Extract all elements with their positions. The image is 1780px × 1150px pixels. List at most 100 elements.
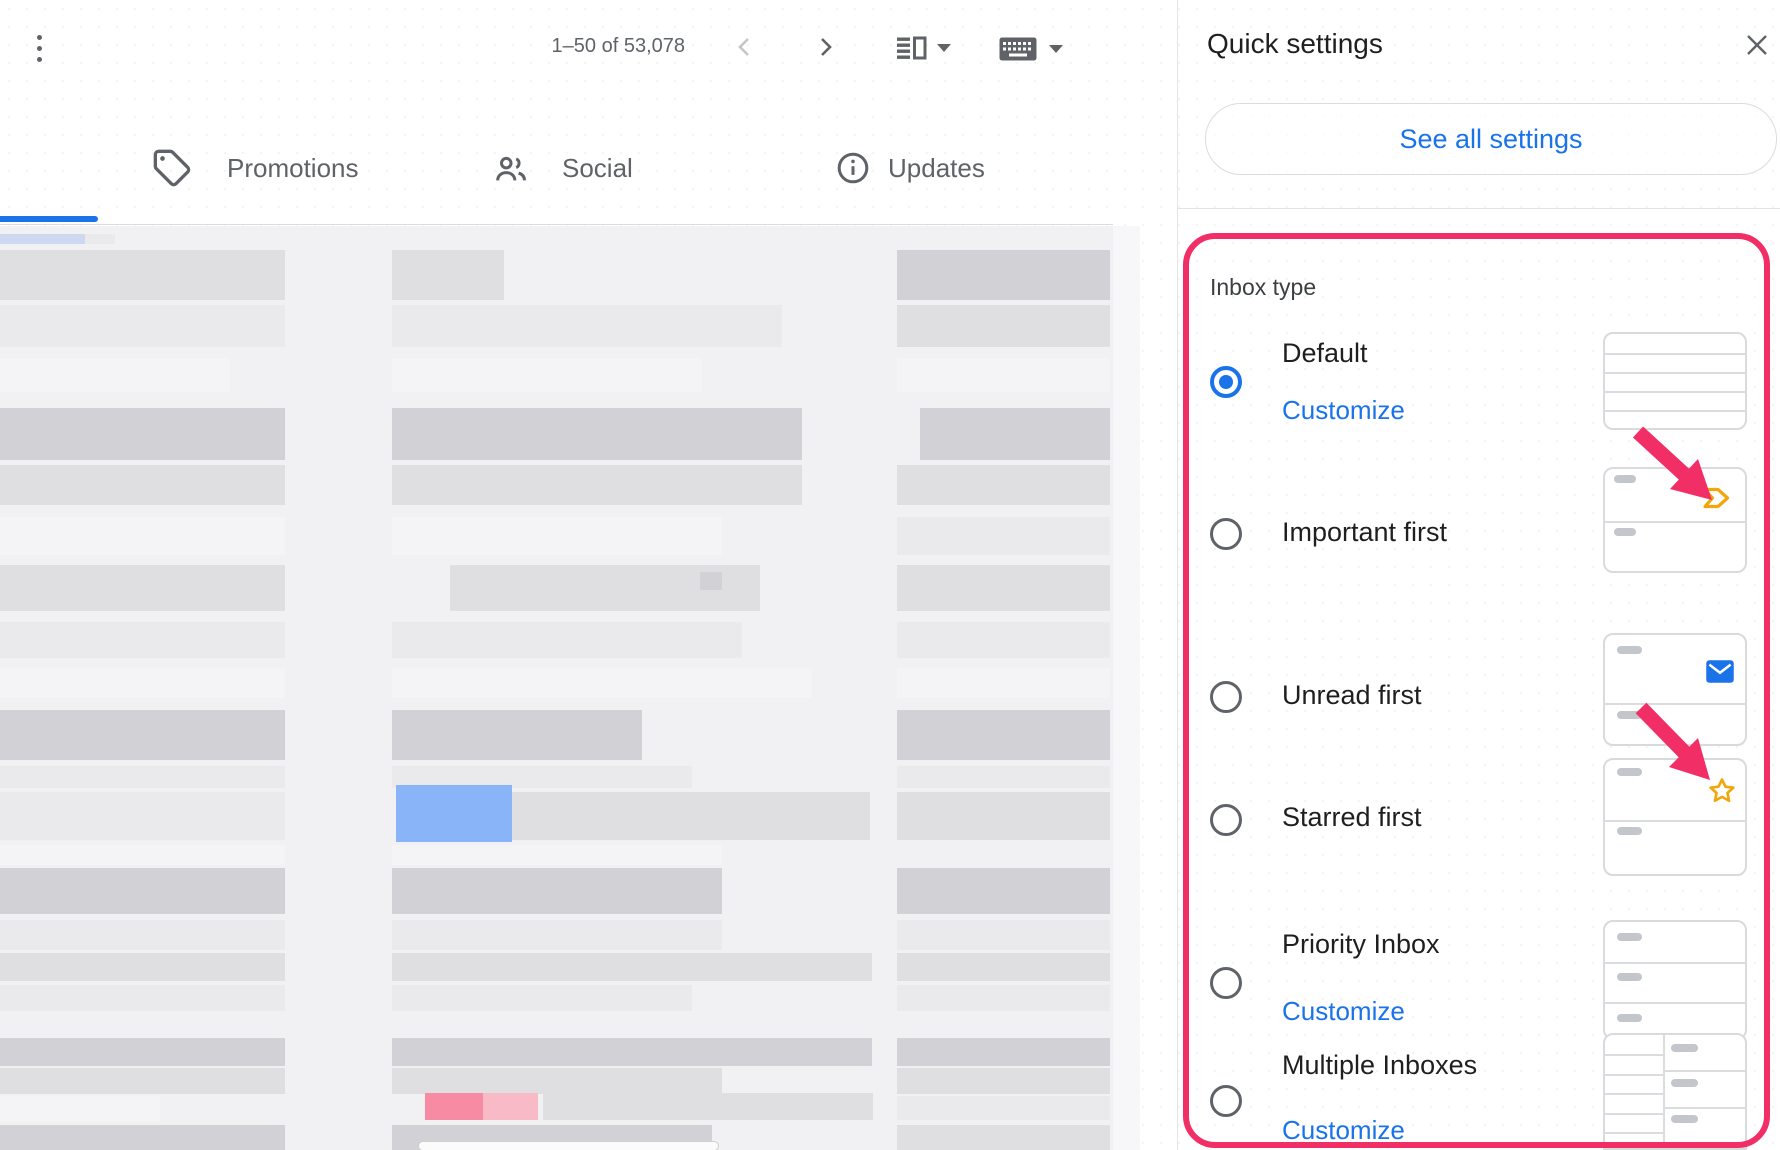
thumb-line xyxy=(1605,353,1745,355)
tab-social[interactable] xyxy=(490,148,532,190)
blurred-email-block xyxy=(512,792,870,840)
thumb-pill xyxy=(1617,1014,1642,1022)
people-icon xyxy=(492,150,530,188)
option-starred-first-label[interactable]: Starred first xyxy=(1282,802,1422,833)
older-page-button[interactable] xyxy=(810,32,840,62)
blurred-email-block xyxy=(0,1038,285,1066)
thumb-line xyxy=(1605,1054,1663,1056)
blurred-email-block xyxy=(543,1093,873,1120)
info-icon xyxy=(835,150,871,186)
split-pane-icon xyxy=(895,35,927,61)
thumb-line xyxy=(1605,1074,1663,1076)
radio-multiple-inboxes[interactable] xyxy=(1210,1085,1242,1117)
gmail-window: 1–50 of 53,078 xyxy=(0,0,1780,1150)
blurred-email-block xyxy=(0,517,285,555)
blurred-email-block xyxy=(700,572,722,590)
blurred-email-block xyxy=(0,868,285,914)
close-panel-button[interactable] xyxy=(1740,28,1774,62)
newer-page-button[interactable] xyxy=(730,32,760,62)
blurred-email-block xyxy=(0,408,285,460)
dot xyxy=(37,46,42,51)
blurred-email-block xyxy=(0,465,285,505)
tab-promotions-label[interactable]: Promotions xyxy=(227,153,359,184)
radio-starred-first[interactable] xyxy=(1210,804,1242,836)
option-default-customize-link[interactable]: Customize xyxy=(1282,395,1405,426)
thumb-pill xyxy=(1671,1079,1698,1087)
blurred-email-block xyxy=(897,1038,1110,1066)
blurred-email-block xyxy=(0,953,285,981)
option-important-first-label[interactable]: Important first xyxy=(1282,517,1447,548)
blurred-email-block xyxy=(897,868,1110,914)
blurred-email-block xyxy=(392,868,722,914)
thumb-pill xyxy=(1617,973,1642,981)
thumbnail-multiple-inboxes xyxy=(1603,1033,1747,1150)
option-priority-inbox-customize-link[interactable]: Customize xyxy=(1282,996,1405,1027)
email-list[interactable] xyxy=(0,226,1113,1150)
blurred-email-block xyxy=(392,517,722,555)
thumb-pill xyxy=(1617,827,1642,835)
blurred-email-block xyxy=(0,710,285,760)
radio-important-first[interactable] xyxy=(1210,518,1242,550)
importance-marker-icon xyxy=(1701,486,1733,510)
horizontal-scrollbar-thumb[interactable] xyxy=(418,1141,719,1150)
blurred-email-block xyxy=(897,358,1110,392)
see-all-settings-button[interactable]: See all settings xyxy=(1205,103,1777,175)
blurred-email-block xyxy=(0,1068,285,1094)
blurred-email-block xyxy=(392,668,812,698)
blurred-email-block xyxy=(0,305,285,347)
star-icon xyxy=(1706,775,1738,807)
blurred-email-block xyxy=(392,710,642,760)
radio-priority-inbox[interactable] xyxy=(1210,967,1242,999)
blurred-email-block xyxy=(0,920,285,950)
inbox-type-section-label: Inbox type xyxy=(1210,274,1316,301)
tab-social-label[interactable]: Social xyxy=(562,153,633,184)
chevron-left-icon xyxy=(735,36,755,58)
blurred-email-block xyxy=(897,920,1110,950)
radio-unread-first[interactable] xyxy=(1210,681,1242,713)
thumb-line xyxy=(1605,410,1745,412)
blurred-email-block xyxy=(897,517,1110,555)
blurred-email-block xyxy=(392,1038,872,1066)
split-pane-toggle[interactable] xyxy=(888,32,958,64)
thumb-line xyxy=(1605,1113,1663,1115)
blurred-email-block xyxy=(392,250,504,300)
option-multiple-inboxes-label[interactable]: Multiple Inboxes xyxy=(1282,1050,1477,1081)
active-tab-indicator xyxy=(0,216,98,222)
option-default-label[interactable]: Default xyxy=(1282,338,1368,369)
radio-default[interactable] xyxy=(1210,366,1242,398)
blurred-email-block xyxy=(0,234,85,244)
thumb-pill xyxy=(1617,711,1642,719)
tab-updates-label[interactable]: Updates xyxy=(888,153,985,184)
thumb-pill xyxy=(1671,1115,1698,1123)
input-tools-button[interactable] xyxy=(996,34,1066,64)
tabs-divider xyxy=(0,224,1113,225)
more-menu-button[interactable] xyxy=(30,26,48,70)
thumb-line xyxy=(1605,703,1745,705)
see-all-settings-label: See all settings xyxy=(1399,124,1582,155)
blurred-email-block xyxy=(0,1096,160,1122)
thumb-line xyxy=(1605,820,1745,822)
thumb-pill xyxy=(1617,768,1642,776)
blurred-email-block xyxy=(897,710,1110,760)
thumb-line xyxy=(1663,1107,1747,1109)
chevron-down-icon xyxy=(937,44,951,52)
blurred-email-block xyxy=(0,250,285,300)
tab-promotions[interactable] xyxy=(150,146,194,190)
blurred-email-block xyxy=(483,1093,538,1120)
thumb-line xyxy=(1663,1070,1747,1072)
envelope-icon xyxy=(1705,657,1735,686)
pagination-count: 1–50 of 53,078 xyxy=(430,35,685,58)
panel-title: Quick settings xyxy=(1207,28,1383,60)
blurred-email-block xyxy=(897,766,1110,788)
blurred-email-block xyxy=(0,766,285,788)
tab-updates[interactable] xyxy=(833,148,873,188)
blurred-email-block xyxy=(392,305,782,347)
option-priority-inbox-label[interactable]: Priority Inbox xyxy=(1282,929,1440,960)
option-multiple-inboxes-customize-link[interactable]: Customize xyxy=(1282,1115,1405,1146)
list-scrollbar-track[interactable] xyxy=(1113,226,1140,1150)
blurred-email-block xyxy=(0,1125,285,1150)
close-icon xyxy=(1744,32,1770,58)
thumb-line xyxy=(1605,962,1745,964)
option-unread-first-label[interactable]: Unread first xyxy=(1282,680,1422,711)
blurred-email-block xyxy=(0,845,285,865)
